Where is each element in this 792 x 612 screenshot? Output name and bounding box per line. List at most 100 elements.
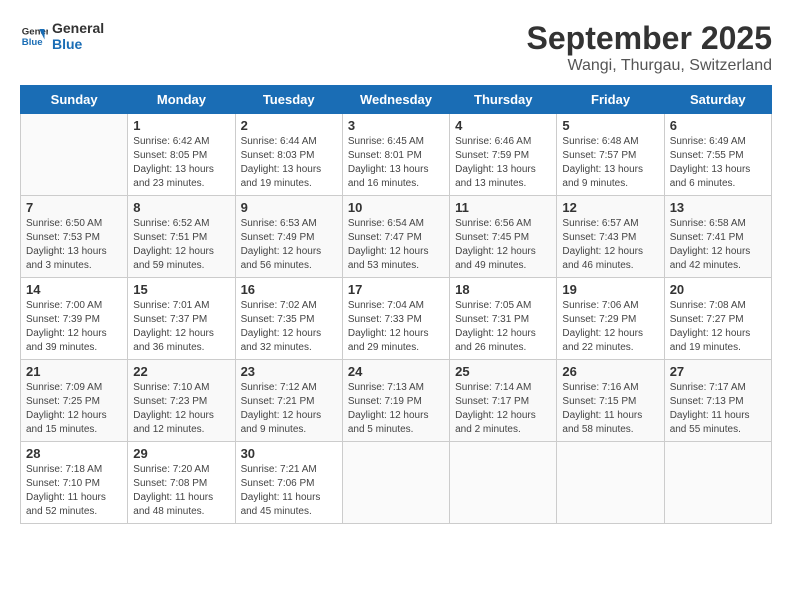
day-info: Sunrise: 6:56 AMSunset: 7:45 PMDaylight:…	[455, 217, 551, 273]
calendar-cell: 8Sunrise: 6:52 AMSunset: 7:51 PMDaylight…	[128, 196, 235, 278]
calendar-cell: 26 Sunrise: 7:16 AMSunset: 7:15 PMDayligh…	[557, 360, 664, 442]
day-number: 12	[562, 200, 658, 215]
calendar-cell: 7 Sunrise: 6:50 AMSunset: 7:53 PMDaylight…	[21, 196, 128, 278]
day-number: 16	[241, 282, 337, 297]
calendar-cell	[664, 442, 771, 524]
calendar-cell: 15 Sunrise: 7:01 AMSunset: 7:37 PMDayligh…	[128, 278, 235, 360]
calendar-cell: 18 Sunrise: 7:05 AMSunset: 7:31 PMDayligh…	[450, 278, 557, 360]
day-info: Sunrise: 7:21 AMSunset: 7:06 PMDaylight:…	[241, 463, 337, 519]
weekday-header-thursday: Thursday	[450, 86, 557, 114]
day-number: 10	[348, 200, 444, 215]
weekday-header-sunday: Sunday	[21, 86, 128, 114]
day-number: 25	[455, 364, 551, 379]
calendar-week-row: 1Sunrise: 6:42 AMSunset: 8:05 PMDaylight…	[21, 114, 772, 196]
day-info: Sunrise: 6:48 AMSunset: 7:57 PMDaylight:…	[562, 135, 658, 191]
day-number: 14	[26, 282, 122, 297]
day-number: 9	[241, 200, 337, 215]
day-info: Sunrise: 6:58 AMSunset: 7:41 PMDaylight:…	[670, 217, 766, 273]
calendar-cell: 29Sunrise: 7:20 AMSunset: 7:08 PMDayligh…	[128, 442, 235, 524]
logo: General Blue General Blue	[20, 20, 104, 52]
calendar-cell: 14 Sunrise: 7:00 AMSunset: 7:39 PMDayligh…	[21, 278, 128, 360]
calendar-cell: 6 Sunrise: 6:49 AMSunset: 7:55 PMDaylight…	[664, 114, 771, 196]
day-number: 30	[241, 446, 337, 461]
day-number: 2	[241, 118, 337, 133]
logo-text-line1: General	[52, 20, 104, 36]
calendar-cell: 27 Sunrise: 7:17 AMSunset: 7:13 PMDayligh…	[664, 360, 771, 442]
calendar-cell: 12 Sunrise: 6:57 AMSunset: 7:43 PMDayligh…	[557, 196, 664, 278]
day-number: 11	[455, 200, 551, 215]
day-number: 19	[562, 282, 658, 297]
calendar-cell: 21Sunrise: 7:09 AMSunset: 7:25 PMDayligh…	[21, 360, 128, 442]
weekday-header-friday: Friday	[557, 86, 664, 114]
day-info: Sunrise: 7:16 AMSunset: 7:15 PMDaylight:…	[562, 381, 658, 437]
location-title: Wangi, Thurgau, Switzerland	[527, 57, 772, 75]
calendar-cell: 10 Sunrise: 6:54 AMSunset: 7:47 PMDayligh…	[342, 196, 449, 278]
day-info: Sunrise: 7:01 AMSunset: 7:37 PMDaylight:…	[133, 299, 229, 355]
logo-text-line2: Blue	[52, 36, 104, 52]
day-number: 5	[562, 118, 658, 133]
day-info: Sunrise: 7:05 AMSunset: 7:31 PMDaylight:…	[455, 299, 551, 355]
day-info: Sunrise: 6:54 AMSunset: 7:47 PMDaylight:…	[348, 217, 444, 273]
calendar-cell: 19Sunrise: 7:06 AMSunset: 7:29 PMDayligh…	[557, 278, 664, 360]
day-info: Sunrise: 6:45 AMSunset: 8:01 PMDaylight:…	[348, 135, 444, 191]
calendar-cell: 22 Sunrise: 7:10 AMSunset: 7:23 PMDayligh…	[128, 360, 235, 442]
day-number: 17	[348, 282, 444, 297]
calendar-cell: 2 Sunrise: 6:44 AMSunset: 8:03 PMDaylight…	[235, 114, 342, 196]
day-number: 15	[133, 282, 229, 297]
weekday-header-wednesday: Wednesday	[342, 86, 449, 114]
day-info: Sunrise: 7:00 AMSunset: 7:39 PMDaylight:…	[26, 299, 122, 355]
day-number: 24	[348, 364, 444, 379]
calendar-cell: 23Sunrise: 7:12 AMSunset: 7:21 PMDayligh…	[235, 360, 342, 442]
weekday-header-monday: Monday	[128, 86, 235, 114]
calendar-cell: 24 Sunrise: 7:13 AMSunset: 7:19 PMDayligh…	[342, 360, 449, 442]
calendar-cell: 5 Sunrise: 6:48 AMSunset: 7:57 PMDaylight…	[557, 114, 664, 196]
svg-text:Blue: Blue	[22, 37, 43, 48]
calendar-cell: 25Sunrise: 7:14 AMSunset: 7:17 PMDayligh…	[450, 360, 557, 442]
calendar-week-row: 28Sunrise: 7:18 AMSunset: 7:10 PMDayligh…	[21, 442, 772, 524]
day-info: Sunrise: 7:13 AMSunset: 7:19 PMDaylight:…	[348, 381, 444, 437]
calendar-cell	[450, 442, 557, 524]
calendar-table: SundayMondayTuesdayWednesdayThursdayFrid…	[20, 85, 772, 524]
day-info: Sunrise: 7:09 AMSunset: 7:25 PMDaylight:…	[26, 381, 122, 437]
weekday-header-saturday: Saturday	[664, 86, 771, 114]
day-number: 1	[133, 118, 229, 133]
calendar-cell: 28Sunrise: 7:18 AMSunset: 7:10 PMDayligh…	[21, 442, 128, 524]
day-number: 13	[670, 200, 766, 215]
day-number: 18	[455, 282, 551, 297]
calendar-cell: 11 Sunrise: 6:56 AMSunset: 7:45 PMDayligh…	[450, 196, 557, 278]
day-number: 20	[670, 282, 766, 297]
calendar-week-row: 7 Sunrise: 6:50 AMSunset: 7:53 PMDaylight…	[21, 196, 772, 278]
day-info: Sunrise: 6:52 AMSunset: 7:51 PMDaylight:…	[133, 217, 229, 273]
day-number: 27	[670, 364, 766, 379]
day-number: 26	[562, 364, 658, 379]
header: General Blue General Blue September 2025…	[20, 20, 772, 75]
day-info: Sunrise: 6:44 AMSunset: 8:03 PMDaylight:…	[241, 135, 337, 191]
day-info: Sunrise: 7:10 AMSunset: 7:23 PMDaylight:…	[133, 381, 229, 437]
calendar-cell: 30 Sunrise: 7:21 AMSunset: 7:06 PMDayligh…	[235, 442, 342, 524]
day-info: Sunrise: 7:04 AMSunset: 7:33 PMDaylight:…	[348, 299, 444, 355]
day-info: Sunrise: 6:53 AMSunset: 7:49 PMDaylight:…	[241, 217, 337, 273]
calendar-header: SundayMondayTuesdayWednesdayThursdayFrid…	[21, 86, 772, 114]
calendar-cell: 20 Sunrise: 7:08 AMSunset: 7:27 PMDayligh…	[664, 278, 771, 360]
calendar-cell	[342, 442, 449, 524]
day-number: 7	[26, 200, 122, 215]
day-number: 28	[26, 446, 122, 461]
day-number: 22	[133, 364, 229, 379]
day-info: Sunrise: 7:08 AMSunset: 7:27 PMDaylight:…	[670, 299, 766, 355]
day-info: Sunrise: 7:02 AMSunset: 7:35 PMDaylight:…	[241, 299, 337, 355]
day-info: Sunrise: 7:20 AMSunset: 7:08 PMDaylight:…	[133, 463, 229, 519]
day-info: Sunrise: 6:50 AMSunset: 7:53 PMDaylight:…	[26, 217, 122, 273]
day-number: 4	[455, 118, 551, 133]
calendar-cell: 16 Sunrise: 7:02 AMSunset: 7:35 PMDayligh…	[235, 278, 342, 360]
calendar-week-row: 14 Sunrise: 7:00 AMSunset: 7:39 PMDayligh…	[21, 278, 772, 360]
day-info: Sunrise: 6:49 AMSunset: 7:55 PMDaylight:…	[670, 135, 766, 191]
day-info: Sunrise: 6:57 AMSunset: 7:43 PMDaylight:…	[562, 217, 658, 273]
logo-icon: General Blue	[20, 22, 48, 50]
calendar-cell: 3Sunrise: 6:45 AMSunset: 8:01 PMDaylight…	[342, 114, 449, 196]
month-title: September 2025	[527, 20, 772, 57]
day-info: Sunrise: 7:17 AMSunset: 7:13 PMDaylight:…	[670, 381, 766, 437]
calendar-cell: 1Sunrise: 6:42 AMSunset: 8:05 PMDaylight…	[128, 114, 235, 196]
day-number: 6	[670, 118, 766, 133]
calendar-cell: 9 Sunrise: 6:53 AMSunset: 7:49 PMDaylight…	[235, 196, 342, 278]
calendar-cell: 4Sunrise: 6:46 AMSunset: 7:59 PMDaylight…	[450, 114, 557, 196]
